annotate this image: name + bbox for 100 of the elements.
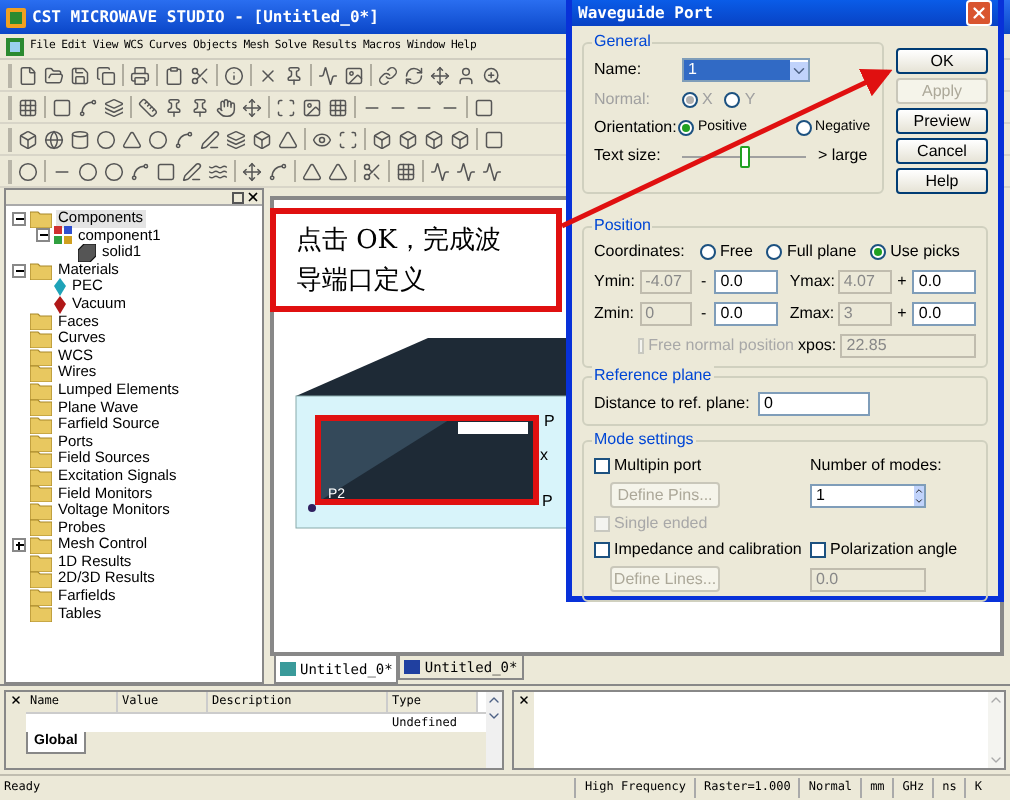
collapse-icon[interactable] (36, 228, 50, 243)
curve-icon[interactable] (268, 161, 288, 181)
push-button[interactable]: Preview (896, 108, 988, 134)
close-icon[interactable] (10, 694, 22, 706)
pulse-icon[interactable] (318, 65, 338, 85)
move-icon[interactable] (242, 161, 262, 181)
folder-icon (30, 536, 52, 555)
move-icon[interactable] (430, 65, 450, 85)
close-button[interactable] (966, 0, 992, 26)
pen-icon[interactable] (200, 129, 220, 149)
document-icon (6, 37, 24, 55)
spin-field[interactable]: 1 (810, 483, 926, 507)
slider-thumb[interactable] (739, 145, 749, 167)
radio-button[interactable]: Free (700, 242, 753, 262)
field-label: Ymin: (594, 272, 636, 292)
file-icon[interactable] (18, 65, 38, 85)
scroll-down-icon[interactable] (486, 708, 502, 724)
copy-icon[interactable] (96, 65, 116, 85)
printer-icon[interactable] (130, 65, 150, 85)
info-icon[interactable] (224, 65, 244, 85)
image-icon[interactable] (302, 97, 322, 117)
square-icon[interactable] (474, 97, 494, 117)
field-label: Number of modes: (810, 456, 942, 476)
field-label: Ymax: (789, 272, 834, 292)
square-icon[interactable] (484, 129, 504, 149)
curve-icon[interactable] (130, 161, 150, 181)
pin-icon[interactable] (164, 97, 184, 117)
curve-icon[interactable] (78, 97, 98, 117)
input-field[interactable]: 0.0 (714, 270, 778, 294)
pen-icon[interactable] (182, 161, 202, 181)
radio-button[interactable]: Full plane (766, 242, 857, 262)
cross-icon[interactable] (258, 65, 278, 85)
sphere-icon[interactable] (44, 129, 64, 149)
name-dropdown[interactable]: 1 (682, 58, 810, 82)
circle-icon[interactable] (18, 161, 38, 181)
input-field[interactable]: 0.0 (714, 302, 778, 326)
box-icon[interactable] (252, 129, 272, 149)
radio-button[interactable]: Use picks (870, 242, 960, 262)
save-icon[interactable] (70, 65, 90, 85)
close-icon (970, 4, 988, 22)
scissors-icon[interactable] (190, 65, 210, 85)
layers-icon[interactable] (226, 129, 246, 149)
box-icon[interactable] (18, 129, 38, 149)
checkbox[interactable]: Polarization angle (810, 540, 958, 560)
grid-icon[interactable] (18, 97, 38, 117)
clipboard-icon[interactable] (164, 65, 184, 85)
close-icon[interactable] (246, 190, 260, 204)
input-field[interactable]: 0.0 (912, 270, 976, 294)
operator-label: + (895, 304, 909, 324)
link-icon[interactable] (378, 65, 398, 85)
grid-icon[interactable] (328, 97, 348, 117)
square-icon[interactable] (156, 161, 176, 181)
scan-icon[interactable] (276, 97, 296, 117)
square-icon[interactable] (52, 97, 72, 117)
spin-down-icon[interactable] (914, 495, 924, 505)
scan-icon[interactable] (338, 129, 358, 149)
eye-icon[interactable] (312, 129, 332, 149)
input-field[interactable]: 0.0 (912, 302, 976, 326)
folder-icon (30, 415, 52, 434)
box-icon[interactable] (450, 129, 470, 149)
push-button[interactable]: Help (896, 168, 988, 194)
rotate-icon[interactable] (404, 65, 424, 85)
pin-icon[interactable] (190, 97, 210, 117)
circle-icon[interactable] (78, 161, 98, 181)
box-icon[interactable] (372, 129, 392, 149)
checkbox[interactable]: Multipin port (594, 456, 810, 476)
pin-icon[interactable] (284, 65, 304, 85)
close-icon[interactable] (518, 694, 530, 706)
expand-icon[interactable] (12, 538, 26, 553)
box-icon[interactable] (424, 129, 444, 149)
scroll-up-icon[interactable] (486, 692, 502, 708)
push-button[interactable]: OK (896, 48, 988, 74)
group-label: Position (592, 216, 653, 236)
ruler-icon[interactable] (138, 97, 158, 117)
field-label: Distance to ref. plane: (594, 394, 750, 414)
checkbox[interactable]: Impedance and calibration (594, 540, 810, 560)
circle-icon[interactable] (104, 161, 124, 181)
input-field[interactable]: 0 (758, 392, 870, 416)
curve-icon[interactable] (174, 129, 194, 149)
collapse-icon[interactable] (12, 211, 26, 226)
layers-icon[interactable] (104, 97, 124, 117)
grid-icon[interactable] (396, 161, 416, 181)
box-icon[interactable] (398, 129, 418, 149)
folder-icon (30, 312, 52, 331)
image-icon[interactable] (344, 65, 364, 85)
move-icon[interactable] (242, 97, 262, 117)
circle-icon[interactable] (96, 129, 116, 149)
scissors-icon[interactable] (362, 161, 382, 181)
figure-icon[interactable] (456, 65, 476, 85)
spin-up-icon[interactable] (914, 485, 924, 495)
pane-restore-icon[interactable] (232, 191, 244, 203)
folder-icon (30, 261, 52, 280)
push-button[interactable]: Cancel (896, 138, 988, 164)
wave-icon[interactable] (208, 161, 228, 181)
folder-icon (30, 484, 52, 503)
hand-icon[interactable] (216, 97, 236, 117)
collapse-icon[interactable] (12, 263, 26, 278)
cylinder-icon[interactable] (70, 129, 90, 149)
zoom-icon[interactable] (482, 65, 502, 85)
folder-icon[interactable] (44, 65, 64, 85)
